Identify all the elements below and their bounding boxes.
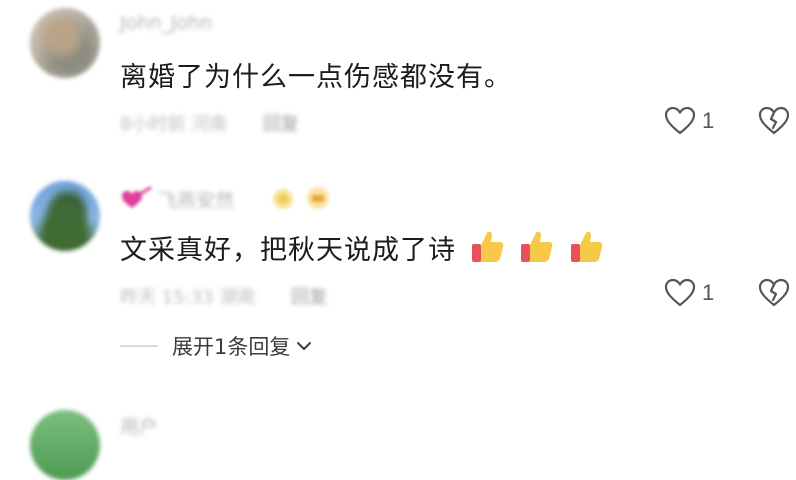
heart-badge-icon <box>122 186 152 208</box>
heart-outline-icon <box>664 106 696 135</box>
like-count: 1 <box>702 108 715 133</box>
expand-replies-button[interactable]: 展开1条回复 <box>120 331 312 361</box>
comment-item: John_John 离婚了为什么一点伤感都没有。 8小时前 河南 回复 1 <box>0 0 796 170</box>
comment-meta: 昨天 15:33 湖南 回复 <box>120 283 327 309</box>
comment-username[interactable]: 用户 <box>120 412 158 439</box>
comment-location: 湖南 <box>219 287 256 308</box>
chevron-down-icon <box>297 342 312 350</box>
sparkle-badge-icon <box>273 189 293 209</box>
comment-time: 昨天 15:33 <box>120 287 214 308</box>
like-count: 1 <box>702 280 715 305</box>
divider <box>120 345 158 347</box>
avatar[interactable] <box>30 181 100 251</box>
like-button[interactable]: 1 <box>664 278 714 308</box>
thumbs-up-emoji-icon <box>471 231 503 262</box>
comment-username[interactable]: 飞燕安然 <box>158 186 234 213</box>
comment-time: 8小时前 <box>120 114 186 135</box>
level-badge-icon <box>307 187 329 209</box>
comment-meta: 8小时前 河南 回复 <box>120 110 299 136</box>
heart-outline-icon <box>664 278 696 307</box>
like-button[interactable]: 1 <box>664 106 714 136</box>
broken-heart-icon <box>758 106 790 135</box>
dislike-button[interactable] <box>758 278 790 312</box>
thumbs-up-emoji-icon <box>570 231 603 262</box>
avatar[interactable] <box>30 410 100 480</box>
comment-text-content: 文采真好，把秋天说成了诗 <box>120 235 456 266</box>
dislike-button[interactable] <box>758 106 790 140</box>
avatar[interactable] <box>30 8 100 78</box>
expand-replies-label: 展开1条回复 <box>172 335 291 359</box>
broken-heart-icon <box>758 278 790 307</box>
comment-username[interactable]: John_John <box>120 12 212 34</box>
reply-button[interactable]: 回复 <box>263 114 299 135</box>
comment-text: 离婚了为什么一点伤感都没有。 <box>120 62 512 93</box>
comment-text: 文采真好，把秋天说成了诗 <box>120 228 605 267</box>
comment-location: 河南 <box>191 114 228 135</box>
thumbs-up-emoji-icon <box>521 231 553 262</box>
reply-button[interactable]: 回复 <box>291 287 327 308</box>
